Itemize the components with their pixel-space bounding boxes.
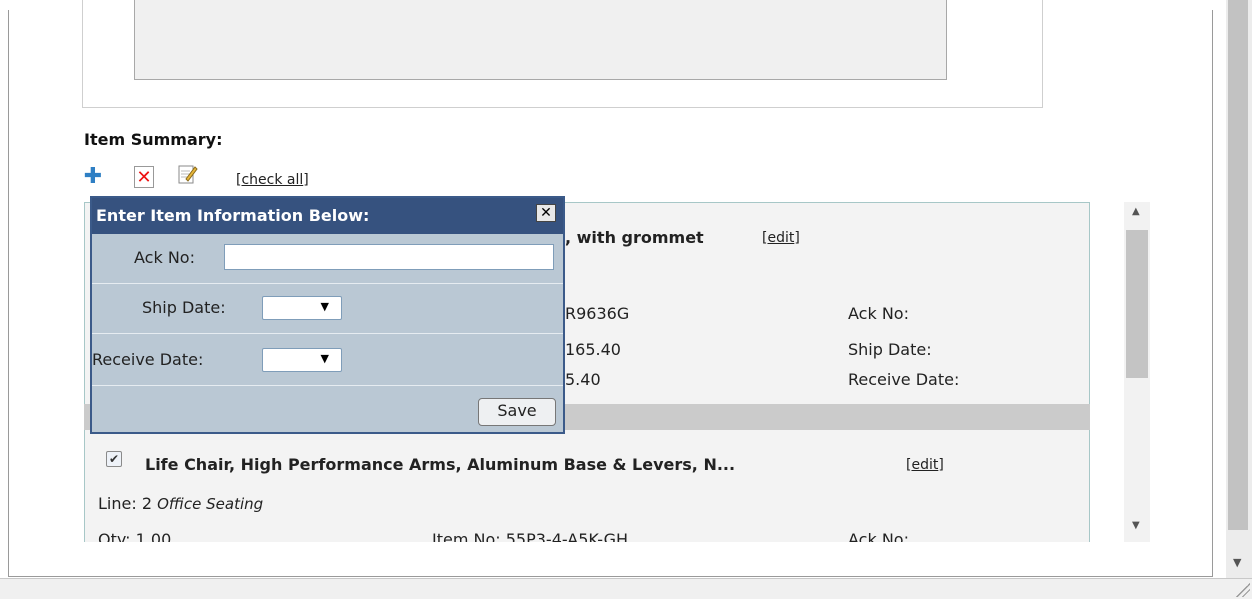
check-all-label[interactable]: check all (241, 172, 303, 188)
plus-icon[interactable]: ✚ (82, 166, 104, 188)
item-2-line: Line: 2 Office Seating (98, 494, 264, 513)
item-list-scrollbar-thumb[interactable] (1126, 230, 1148, 378)
notes-textarea[interactable] (134, 0, 947, 80)
ship-date-row: Ship Date: ▼ (92, 284, 563, 334)
page-scroll-down-icon[interactable]: ▼ (1233, 556, 1241, 569)
close-icon[interactable]: ✕ (536, 204, 556, 222)
edit-icon[interactable] (178, 164, 198, 184)
page-scrollbar[interactable]: ▼ (1226, 0, 1252, 578)
receive-date-select[interactable]: ▼ (262, 348, 342, 372)
item-list-scrollbar[interactable]: ▲ ▼ (1124, 202, 1150, 542)
status-bar (0, 578, 1252, 599)
item-info-dialog: Enter Item Information Below: ✕ Ack No: … (90, 196, 565, 434)
receive-date-row: Receive Date: ▼ (92, 334, 563, 386)
item-1-ack-label: Ack No: (848, 304, 909, 323)
ack-row: Ack No: (92, 234, 563, 284)
receive-date-label: Receive Date: (92, 350, 204, 369)
chevron-down-icon: ▼ (320, 300, 329, 313)
check-all-link[interactable]: [check all] (236, 172, 309, 188)
item-1-receive-label: Receive Date: (848, 370, 960, 389)
save-button[interactable]: Save (478, 398, 556, 426)
item-1-title: , with grommet (565, 228, 704, 247)
ack-no-input[interactable] (224, 244, 554, 270)
item-2-item-no: Item No: 55P3-4-A5K-GH (432, 530, 629, 542)
item-1-item-no: R9636G (565, 304, 630, 323)
item-2-checkbox[interactable]: ✔ (106, 451, 122, 467)
list-scroll-down-icon[interactable]: ▼ (1132, 520, 1140, 531)
ship-date-select[interactable]: ▼ (262, 296, 342, 320)
item-2-ack-label: Ack No: (848, 530, 909, 542)
list-scroll-up-icon[interactable]: ▲ (1132, 206, 1140, 217)
delete-icon[interactable]: ✕ (134, 166, 154, 188)
item-1-edit-link[interactable]: [edit] (762, 230, 800, 246)
item-summary-heading: Item Summary: (84, 130, 223, 149)
window-bottom-border (8, 576, 1213, 577)
dialog-header: Enter Item Information Below: ✕ (92, 198, 563, 234)
item-1-ship-label: Ship Date: (848, 340, 932, 359)
chevron-down-icon: ▼ (320, 352, 329, 365)
ship-date-label: Ship Date: (142, 298, 226, 317)
item-1-price: 165.40 (565, 340, 621, 359)
resize-grip-icon[interactable] (1236, 583, 1250, 597)
window-left-border (8, 10, 9, 576)
dialog-title: Enter Item Information Below: (96, 206, 370, 225)
page-scrollbar-thumb[interactable] (1228, 0, 1248, 530)
window-right-border (1212, 10, 1213, 576)
item-2-edit-link[interactable]: [edit] (906, 457, 944, 473)
item-1-total: 5.40 (565, 370, 601, 389)
item-2-category: Office Seating (157, 495, 264, 513)
ack-label: Ack No: (134, 248, 195, 267)
item-2-title: Life Chair, High Performance Arms, Alumi… (145, 455, 736, 474)
item-2-qty: Qty: 1.00 (98, 530, 172, 542)
